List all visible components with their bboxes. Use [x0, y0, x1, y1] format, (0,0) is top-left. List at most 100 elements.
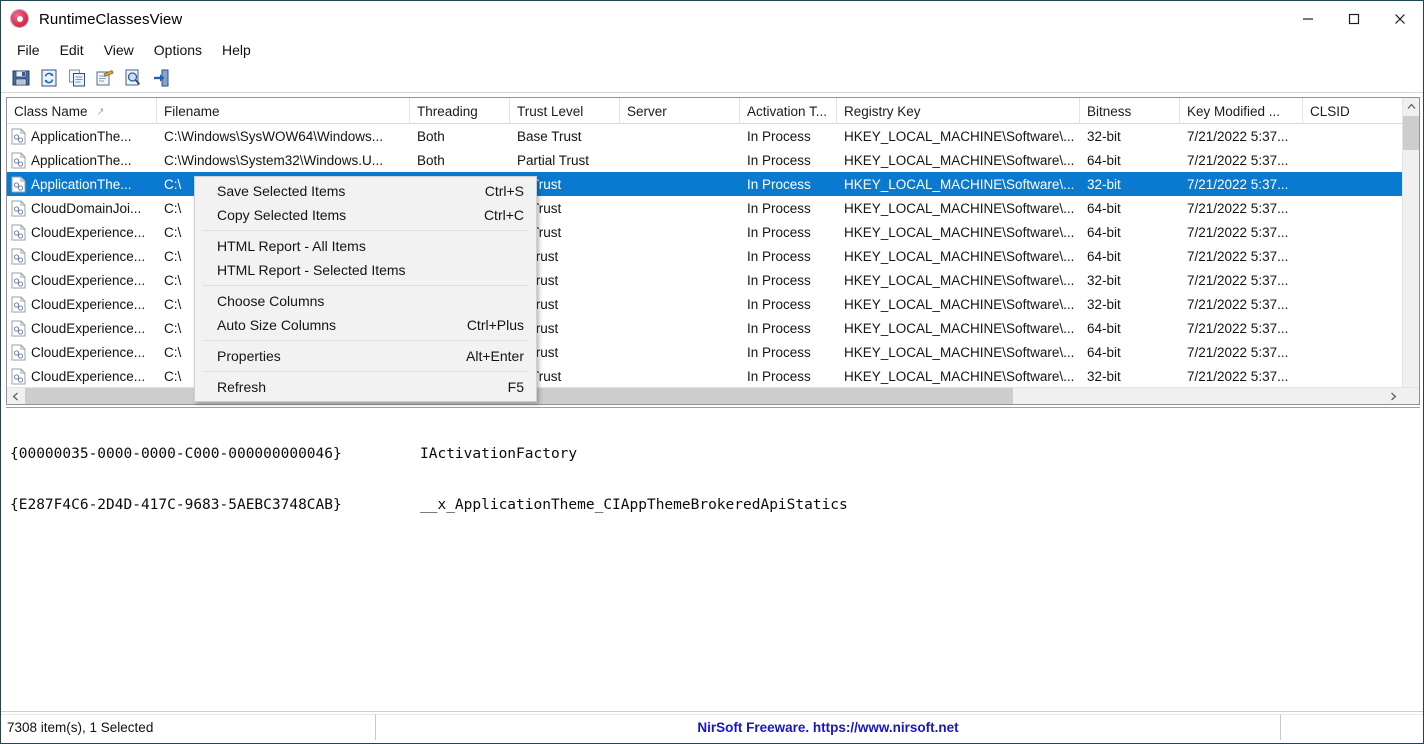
cell-clsid	[1303, 364, 1403, 388]
cell-key-modified: 7/21/2022 5:37...	[1187, 224, 1289, 240]
column-header-registry-key[interactable]: Registry Key	[837, 98, 1080, 124]
copy-icon[interactable]	[65, 66, 89, 90]
context-menu-item-accel: F5	[507, 379, 524, 395]
close-button[interactable]	[1377, 1, 1423, 37]
context-menu-item-accel: Ctrl+Plus	[466, 317, 524, 333]
cell-clsid	[1303, 244, 1403, 268]
scroll-up-icon[interactable]	[1403, 98, 1419, 115]
context-menu-item-label: HTML Report - All Items	[217, 238, 366, 254]
cell-activation-type: In Process	[747, 272, 811, 288]
column-header-filename[interactable]: Filename	[157, 98, 410, 124]
cell-bitness: 32-bit	[1087, 272, 1121, 288]
context-menu-item[interactable]: Choose Columns	[195, 289, 536, 313]
vertical-scroll-thumb[interactable]	[1403, 116, 1419, 150]
cell-bitness: 32-bit	[1087, 368, 1121, 384]
context-menu-item[interactable]: HTML Report - Selected Items	[195, 258, 536, 282]
context-menu-item[interactable]: HTML Report - All Items	[195, 234, 536, 258]
context-menu-item-label: Properties	[217, 348, 281, 364]
cell-activation-type: In Process	[747, 224, 811, 240]
cell-activation-type: In Process	[747, 296, 811, 312]
table-row[interactable]: ApplicationThe... C:\Windows\SysWOW64\Win…	[7, 124, 1403, 148]
menu-edit[interactable]: Edit	[50, 40, 94, 60]
detail-guid: {E287F4C6-2D4D-417C-9683-5AEBC3748CAB}	[10, 497, 342, 513]
menu-bar: File Edit View Options Help	[1, 37, 1423, 63]
save-icon[interactable]	[9, 66, 33, 90]
class-document-icon	[11, 176, 26, 192]
scroll-left-icon[interactable]	[7, 388, 24, 404]
refresh-icon[interactable]	[37, 66, 61, 90]
column-header-clsid[interactable]: CLSID	[1303, 98, 1403, 124]
properties-icon[interactable]	[93, 66, 117, 90]
cell-clsid	[1303, 196, 1403, 220]
column-header-threading[interactable]: Threading	[410, 98, 510, 124]
cell-registry-key: HKEY_LOCAL_MACHINE\Software\...	[844, 248, 1075, 264]
minimize-button[interactable]	[1285, 1, 1331, 37]
cell-class-name: CloudExperience...	[7, 244, 157, 268]
context-menu-item-accel: Ctrl+S	[484, 183, 524, 199]
cell-class-name: CloudExperience...	[7, 316, 157, 340]
cell-key-modified: 7/21/2022 5:37...	[1187, 344, 1289, 360]
scroll-right-icon[interactable]	[1385, 388, 1402, 404]
vertical-scrollbar[interactable]	[1402, 98, 1419, 404]
cell-class-name: CloudExperience...	[7, 292, 157, 316]
cell-clsid	[1303, 292, 1403, 316]
cell-key-modified: 7/21/2022 5:37...	[1187, 200, 1289, 216]
cell-server	[620, 172, 740, 196]
cell-server	[620, 316, 740, 340]
class-document-icon	[11, 152, 26, 168]
cell-class-name-label: CloudExperience...	[31, 272, 146, 288]
column-header-bitness[interactable]: Bitness	[1080, 98, 1180, 124]
context-menu-item-label: Refresh	[217, 379, 267, 395]
column-header-key-modified[interactable]: Key Modified ...	[1180, 98, 1303, 124]
cell-registry-key: HKEY_LOCAL_MACHINE\Software\...	[844, 176, 1075, 192]
class-document-icon	[11, 320, 26, 336]
cell-activation-type: In Process	[747, 128, 811, 144]
menu-view[interactable]: View	[94, 40, 144, 60]
cell-registry-key: HKEY_LOCAL_MACHINE\Software\...	[844, 224, 1075, 240]
find-icon[interactable]	[121, 66, 145, 90]
cell-server	[620, 244, 740, 268]
context-menu-item[interactable]: Properties Alt+Enter	[195, 344, 536, 368]
menu-file[interactable]: File	[7, 40, 50, 60]
detail-guid: {00000035-0000-0000-C000-000000000046}	[10, 446, 342, 462]
menu-help[interactable]: Help	[212, 40, 261, 60]
exit-icon[interactable]	[149, 66, 173, 90]
toolbar	[1, 63, 1423, 93]
context-menu-separator	[203, 371, 528, 372]
context-menu[interactable]: Save Selected Items Ctrl+S Copy Selected I…	[194, 176, 537, 402]
cell-class-name-label: ApplicationThe...	[31, 176, 132, 192]
cell-bitness: 32-bit	[1087, 176, 1121, 192]
cell-bitness: 32-bit	[1087, 128, 1121, 144]
context-menu-item-label: Copy Selected Items	[217, 207, 347, 223]
cell-class-name-label: CloudExperience...	[31, 296, 146, 312]
context-menu-item[interactable]: Save Selected Items Ctrl+S	[195, 179, 536, 203]
detail-interface-name: __x_ApplicationTheme_CIAppThemeBrokeredA…	[420, 497, 848, 513]
context-menu-item[interactable]: Auto Size Columns Ctrl+Plus	[195, 313, 536, 337]
cell-activation-type: In Process	[747, 320, 811, 336]
status-credit-link[interactable]: NirSoft Freeware. https://www.nirsoft.ne…	[376, 714, 1281, 740]
column-header-activation-type[interactable]: Activation T...	[740, 98, 837, 124]
maximize-button[interactable]	[1331, 1, 1377, 37]
column-header-class-name[interactable]: Class Name ↗	[7, 98, 157, 124]
title-bar: RuntimeClassesView	[1, 1, 1423, 37]
cell-clsid	[1303, 124, 1403, 148]
cell-registry-key: HKEY_LOCAL_MACHINE\Software\...	[844, 320, 1075, 336]
column-header-server[interactable]: Server	[620, 98, 740, 124]
cell-class-name-label: ApplicationThe...	[31, 152, 132, 168]
context-menu-item[interactable]: Copy Selected Items Ctrl+C	[195, 203, 536, 227]
cell-registry-key: HKEY_LOCAL_MACHINE\Software\...	[844, 272, 1075, 288]
context-menu-item-label: Auto Size Columns	[217, 317, 337, 333]
cell-key-modified: 7/21/2022 5:37...	[1187, 320, 1289, 336]
menu-options[interactable]: Options	[144, 40, 212, 60]
context-menu-item[interactable]: Refresh F5	[195, 375, 536, 399]
column-header-trust-level[interactable]: Trust Level	[510, 98, 620, 124]
table-row[interactable]: ApplicationThe... C:\Windows\System32\Win…	[7, 148, 1403, 172]
cell-bitness: 64-bit	[1087, 200, 1121, 216]
cell-activation-type: In Process	[747, 344, 811, 360]
cell-class-name-label: ApplicationThe...	[31, 128, 132, 144]
cell-server	[620, 148, 740, 172]
cell-registry-key: HKEY_LOCAL_MACHINE\Software\...	[844, 296, 1075, 312]
cell-activation-type: In Process	[747, 200, 811, 216]
cell-key-modified: 7/21/2022 5:37...	[1187, 248, 1289, 264]
cell-bitness: 64-bit	[1087, 224, 1121, 240]
